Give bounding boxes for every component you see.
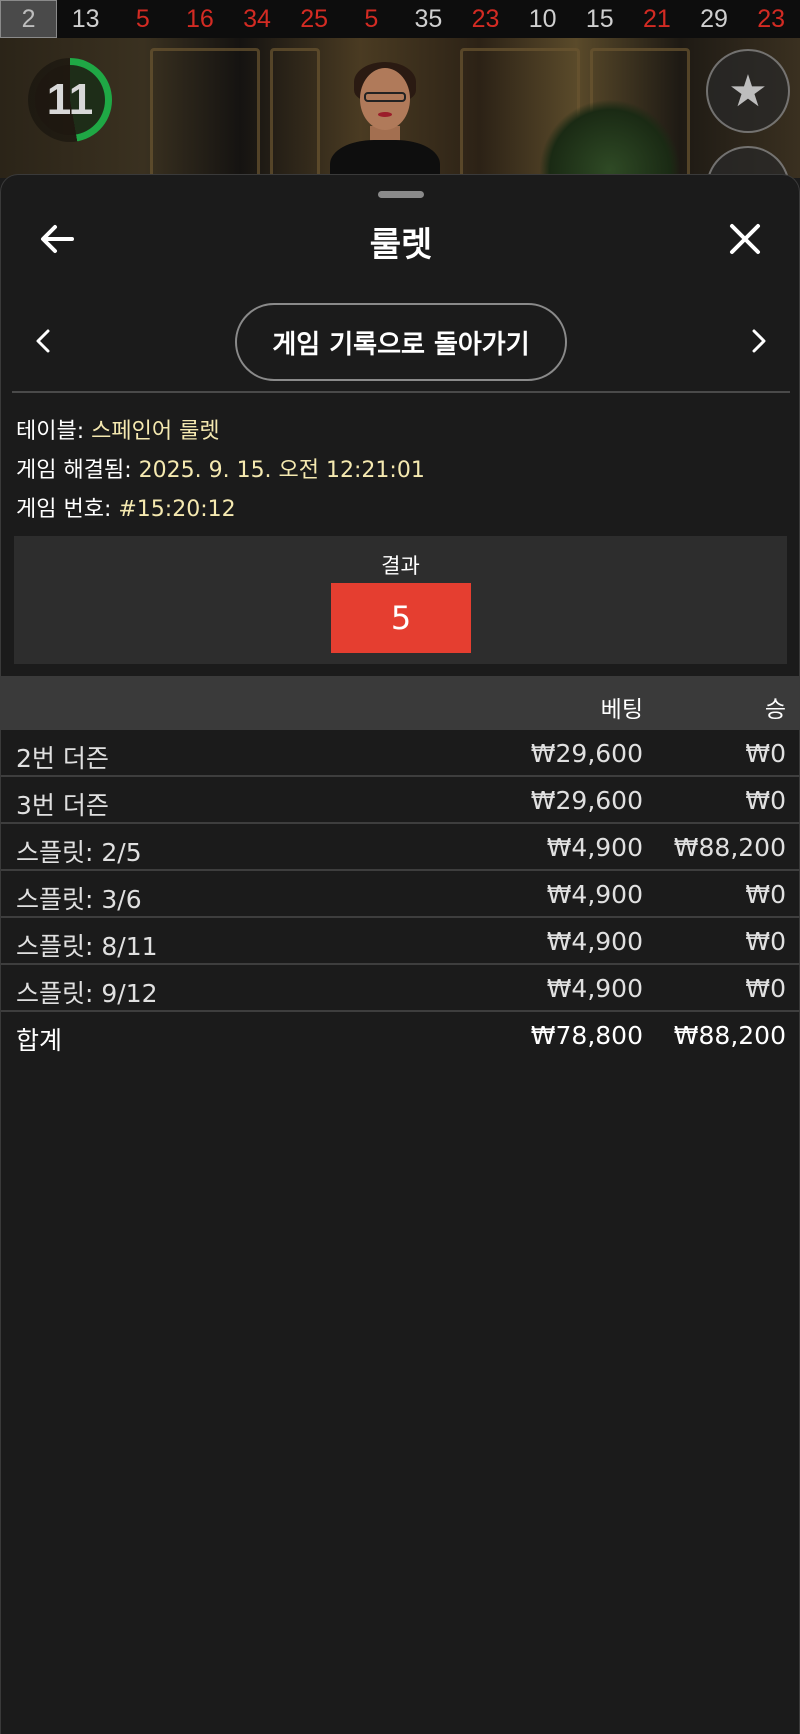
drag-handle[interactable] — [378, 191, 424, 198]
table-row: 2번 더즌 ₩29,600 ₩0 — [1, 730, 800, 777]
table-row: 스플릿: 9/12 ₩4,900 ₩0 — [1, 965, 800, 1012]
resolved-info: 게임 해결됨: 2025. 9. 15. 오전 12:21:01 — [16, 452, 425, 484]
result-box: 결과 5 — [14, 536, 787, 664]
table-row: 스플릿: 2/5 ₩4,900 ₩88,200 — [1, 824, 800, 871]
countdown-timer: 11 — [28, 58, 112, 142]
result-number: 5 — [331, 583, 471, 653]
divider — [12, 391, 790, 393]
row-name: 스플릿: 3/6 — [16, 885, 142, 914]
previous-game-button[interactable] — [13, 311, 73, 371]
row-bet: ₩4,900 — [546, 880, 643, 909]
history-number: 23 — [471, 4, 500, 33]
table-header: 베팅 승 — [1, 676, 800, 730]
history-number: 10 — [528, 4, 557, 33]
resolved-value: 2025. 9. 15. 오전 12:21:01 — [138, 458, 425, 483]
total-win: ₩88,200 — [673, 1021, 786, 1050]
chevron-left-icon — [36, 329, 50, 353]
history-number: 29 — [700, 4, 728, 33]
row-win: ₩88,200 — [673, 833, 786, 862]
history-number: 5 — [364, 4, 379, 33]
wall-panel — [150, 48, 260, 178]
close-icon — [730, 224, 760, 254]
close-button[interactable] — [715, 209, 775, 269]
result-history-strip: 2 13 5 16 34 25 5 35 23 10 15 21 29 23 — [0, 0, 800, 38]
row-name: 2번 더즌 — [16, 744, 109, 773]
next-game-button[interactable] — [729, 311, 789, 371]
history-number: 21 — [643, 4, 671, 33]
game-number-label: 게임 번호: — [16, 497, 119, 522]
total-label: 합계 — [16, 1026, 63, 1055]
history-number: 35 — [414, 4, 443, 33]
row-name: 스플릿: 2/5 — [16, 838, 142, 867]
row-win: ₩0 — [745, 974, 786, 1003]
row-bet: ₩4,900 — [546, 927, 643, 956]
wall-panel — [270, 48, 320, 178]
row-name: 스플릿: 8/11 — [16, 932, 158, 961]
row-win: ₩0 — [745, 927, 786, 956]
row-win: ₩0 — [745, 786, 786, 815]
row-bet: ₩29,600 — [530, 786, 643, 815]
row-bet: ₩4,900 — [546, 833, 643, 862]
header-win: 승 — [764, 697, 786, 723]
row-bet: ₩4,900 — [546, 974, 643, 1003]
game-details-sheet: 룰렛 게임 기록으로 돌아가기 테이블: 스페인어 룰렛 게임 해결됨: 202… — [0, 174, 800, 1734]
table-label: 테이블: — [16, 419, 92, 444]
resolved-label: 게임 해결됨: — [16, 458, 139, 483]
dealer — [330, 62, 440, 178]
row-win: ₩0 — [745, 739, 786, 768]
bets-table: 베팅 승 2번 더즌 ₩29,600 ₩0 3번 더즌 ₩29,600 ₩0 스플릿: 2/… — [1, 676, 800, 1059]
history-number: 23 — [757, 4, 786, 33]
row-bet: ₩29,600 — [530, 739, 643, 768]
header-bet: 베팅 — [600, 697, 643, 723]
history-number: 16 — [186, 4, 214, 33]
row-name: 3번 더즌 — [16, 791, 109, 820]
table-value: 스페인어 룰렛 — [91, 419, 220, 444]
history-number: 2 — [0, 0, 58, 38]
sheet-title: 룰렛 — [369, 225, 433, 265]
chevron-right-icon — [752, 329, 766, 353]
row-name: 스플릿: 9/12 — [16, 979, 158, 1008]
result-label: 결과 — [381, 554, 420, 578]
game-number-value: #15:20:12 — [118, 497, 236, 522]
game-number-info: 게임 번호: #15:20:12 — [16, 491, 236, 523]
table-row: 스플릿: 8/11 ₩4,900 ₩0 — [1, 918, 800, 965]
plant-decoration — [540, 98, 680, 178]
live-video — [0, 38, 800, 178]
row-win: ₩0 — [745, 880, 786, 909]
history-number: 25 — [300, 4, 329, 33]
back-to-history-button[interactable]: 게임 기록으로 돌아가기 — [235, 303, 567, 381]
timer-value: 11 — [46, 75, 94, 124]
history-number: 5 — [135, 4, 150, 33]
table-row: 3번 더즌 ₩29,600 ₩0 — [1, 777, 800, 824]
favorite-button[interactable]: ★ — [706, 49, 790, 133]
table-row: 스플릿: 3/6 ₩4,900 ₩0 — [1, 871, 800, 918]
history-number: 34 — [243, 4, 271, 33]
total-bet: ₩78,800 — [530, 1021, 643, 1050]
total-row: 합계 ₩78,800 ₩88,200 — [1, 1012, 800, 1059]
table-info: 테이블: 스페인어 룰렛 — [16, 413, 220, 445]
history-number: 15 — [585, 4, 614, 33]
history-number: 13 — [71, 4, 100, 33]
star-icon: ★ — [728, 65, 768, 117]
